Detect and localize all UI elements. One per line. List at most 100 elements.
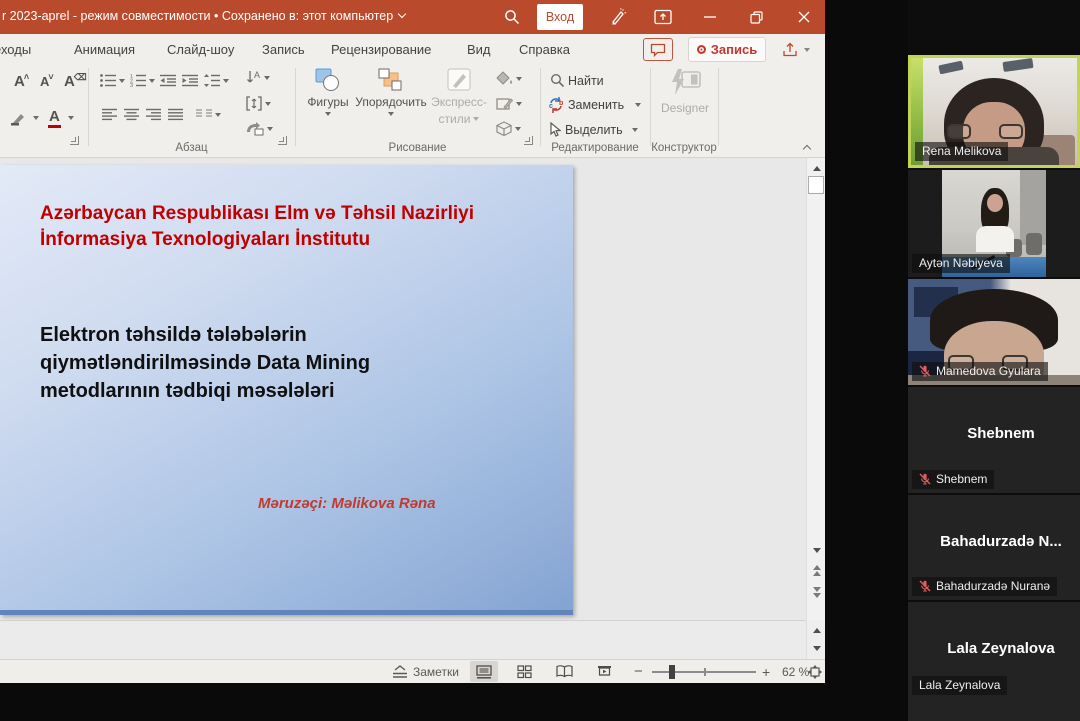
restore-button[interactable] (736, 0, 776, 34)
participant-tile-lala-zeynalova[interactable]: Lala Zeynalova Lala Zeynalova (908, 602, 1080, 721)
ribbon-tab-row: еходы Анимация Слайд-шоу Запись Рецензир… (0, 34, 825, 64)
minimize-button[interactable] (690, 0, 730, 34)
justify-button[interactable] (168, 108, 183, 121)
sign-in-button[interactable]: Вход (537, 4, 583, 30)
quick-styles-icon (446, 68, 472, 92)
window-title[interactable]: r 2023-aprel - режим совместимости • Сох… (2, 9, 405, 23)
zoom-slider-thumb[interactable] (669, 665, 675, 679)
notes-pane-collapsed[interactable] (0, 620, 806, 659)
notes-scrollbar[interactable] (806, 621, 825, 659)
font-color-button[interactable]: A (48, 108, 74, 128)
group-label-editing: Редактирование (540, 142, 650, 154)
slide-sorter-view-button[interactable] (510, 661, 538, 682)
align-text-button[interactable] (246, 96, 271, 111)
decrease-font-button[interactable]: A˅ (40, 72, 54, 89)
tab-animation[interactable]: Анимация (74, 34, 135, 64)
text-direction-button[interactable]: A (246, 70, 270, 85)
zoom-in-button[interactable]: + (762, 660, 770, 683)
paragraph-dialog-launcher[interactable] (278, 136, 287, 145)
align-center-button[interactable] (124, 108, 139, 121)
tab-review[interactable]: Рецензирование (331, 34, 431, 64)
shape-outline-button[interactable] (496, 96, 522, 111)
muted-mic-icon (919, 580, 931, 592)
participant-tile-bahadurzada-nurana[interactable]: Bahadurzadə N... Bahadurzadə Nuranə (908, 495, 1080, 600)
previous-slide-button[interactable] (807, 562, 825, 578)
slide-canvas[interactable]: Azərbaycan Respublikası Elm və Təhsil Na… (0, 165, 573, 615)
tab-animation-label: Анимация (74, 42, 135, 57)
share-button[interactable] (774, 38, 818, 61)
convert-to-smartart-button[interactable] (246, 122, 273, 136)
record-presentation-button[interactable]: Запись (688, 37, 766, 62)
replace-button[interactable]: bc Заменить (548, 97, 641, 113)
decrease-indent-button[interactable] (160, 74, 176, 87)
shapes-button[interactable]: Фигуры (303, 68, 353, 140)
highlighter-button[interactable] (10, 110, 39, 126)
increase-font-button[interactable]: A˄ (14, 72, 29, 90)
reading-view-button[interactable] (550, 661, 578, 682)
select-button[interactable]: Выделить (549, 122, 638, 137)
columns-button[interactable] (196, 108, 221, 121)
participant-tile-mamedova-gyulara[interactable]: Mamedova Gyulara (908, 279, 1080, 385)
notes-toggle-button[interactable]: Заметки (392, 660, 459, 683)
shapes-icon (315, 68, 341, 92)
collapse-ribbon-button[interactable] (804, 146, 810, 152)
participant-tile-shebnem[interactable]: Shebnem Shebnem (908, 387, 1080, 493)
slide-body-line3: metodlarının tədbiqi məsələləri (40, 377, 370, 405)
notes-scroll-down-button[interactable] (807, 640, 825, 656)
shape-fill-button[interactable] (496, 71, 522, 86)
ink-pen-icon[interactable] (600, 0, 636, 34)
slide-title-line1: Azərbaycan Respublikası Elm və Təhsil Na… (40, 201, 474, 227)
slide-editor-area[interactable]: Azərbaycan Respublikası Elm və Təhsil Na… (0, 158, 806, 620)
participant-tile-rena-melikova[interactable]: Rena Melikova (908, 55, 1080, 168)
bullets-button[interactable] (100, 74, 125, 87)
line-spacing-button[interactable] (204, 74, 229, 87)
slideshow-view-button[interactable] (590, 661, 618, 682)
find-button[interactable]: Найти (550, 73, 604, 88)
select-label: Выделить (565, 123, 623, 137)
comments-button[interactable] (643, 38, 673, 61)
fit-to-window-button[interactable] (808, 660, 822, 683)
clear-formatting-button[interactable]: A⌫ (64, 72, 87, 90)
vertical-scrollbar[interactable] (806, 158, 825, 620)
slide-sorter-icon (517, 665, 532, 679)
participant-tile-ayten-nabiyeva[interactable]: Aytən Nəbiyeva (908, 170, 1080, 277)
quick-styles-button[interactable]: Экспресс- стили (430, 68, 488, 140)
quick-styles-label-1: Экспресс- (431, 95, 487, 109)
presentation-display-icon[interactable] (645, 0, 681, 34)
slide-speaker-text[interactable]: Məruzəçi: Məlikova Rəna (258, 495, 436, 512)
scroll-down-button[interactable] (807, 542, 825, 558)
tab-help[interactable]: Справка (519, 34, 570, 64)
drawing-dialog-launcher[interactable] (524, 136, 533, 145)
align-right-button[interactable] (146, 108, 161, 121)
next-slide-button[interactable] (807, 584, 825, 600)
scrollbar-thumb[interactable] (808, 176, 824, 194)
participant-name-badge: Lala Zeynalova (912, 676, 1007, 695)
designer-button[interactable]: Designer (654, 68, 716, 140)
desktop: r 2023-aprel - режим совместимости • Сох… (0, 0, 1080, 721)
increase-indent-button[interactable] (182, 74, 198, 87)
record-button-label: Запись (711, 42, 757, 57)
search-icon[interactable] (495, 0, 529, 34)
tab-record[interactable]: Запись (262, 34, 305, 64)
ribbon: A˄ A˅ A⌫ A 123 (0, 64, 825, 158)
participant-name-badge: Bahadurzadə Nuranə (912, 577, 1057, 596)
close-button[interactable] (782, 0, 825, 34)
slide-title-text[interactable]: Azərbaycan Respublikası Elm və Təhsil Na… (40, 201, 474, 253)
zoom-out-button[interactable]: − (634, 660, 643, 683)
scroll-up-button[interactable] (807, 160, 825, 176)
slide-body-text[interactable]: Elektron təhsildə tələbələrin qiymətlənd… (40, 321, 370, 405)
svg-text:b: b (559, 100, 563, 107)
notes-scroll-up-button[interactable] (807, 622, 825, 638)
align-left-button[interactable] (102, 108, 117, 121)
tab-view[interactable]: Вид (467, 34, 491, 64)
arrange-button[interactable]: Упорядочить (357, 68, 425, 140)
zoom-level-value[interactable]: 62 % (782, 660, 809, 683)
tab-transitions-label: еходы (0, 42, 31, 57)
numbering-button[interactable]: 123 (130, 74, 155, 87)
meeting-participants-sidebar: Rena Melikova Aytən Nəbiyeva (908, 0, 1080, 721)
normal-view-button[interactable] (470, 661, 498, 682)
tab-slideshow[interactable]: Слайд-шоу (167, 34, 234, 64)
shape-effects-button[interactable] (496, 121, 521, 136)
tab-transitions[interactable]: еходы (0, 34, 31, 64)
font-dialog-launcher[interactable] (70, 136, 79, 145)
